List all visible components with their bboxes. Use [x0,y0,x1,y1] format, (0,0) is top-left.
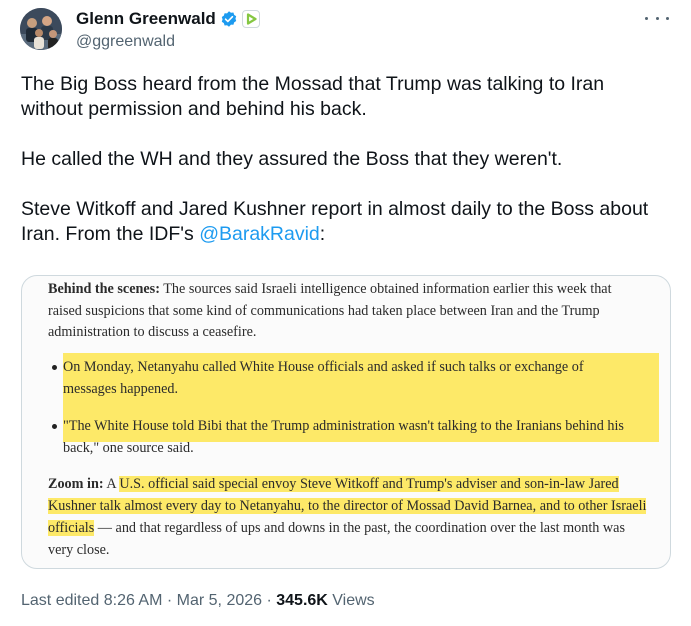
author-display-name[interactable]: Glenn Greenwald [76,9,216,29]
author-name-row: Glenn Greenwald [76,9,260,29]
mention-link[interactable]: @BarakRavid [199,223,320,245]
edited-timestamp[interactable]: Last edited 8:26 AM · Mar 5, 2026 · [21,592,276,609]
more-options-icon[interactable] [645,8,669,28]
author-handle[interactable]: @ggreenwald [76,32,175,52]
tweet-paragraph: He called the WH and they assured the Bo… [21,148,563,170]
clipping-paragraph: Zoom in: A U.S. official said special en… [48,476,647,558]
rumble-logo-icon[interactable] [241,10,260,28]
attached-image[interactable]: Behind the scenes: The sources said Isra… [21,275,671,569]
tweet-paragraph: The Big Boss heard from the Mossad that … [21,73,605,120]
tweet-paragraph: Steve Witkoff and Jared Kushner report i… [21,198,649,245]
bullet-dot [52,424,57,429]
views-count: 345.6K [276,592,328,609]
group-photo-avatar [20,8,62,50]
avatar[interactable] [20,8,62,50]
tweet-text: The Big Boss heard from the Mossad that … [21,72,661,247]
verified-badge-icon[interactable] [220,10,238,28]
clipping-paragraph: Behind the scenes: The sources said Isra… [48,281,612,340]
tweet-metadata: Last edited 8:26 AM · Mar 5, 2026 · 345.… [21,591,375,611]
views-label: Views [327,592,375,609]
bullet-dot [52,365,57,370]
